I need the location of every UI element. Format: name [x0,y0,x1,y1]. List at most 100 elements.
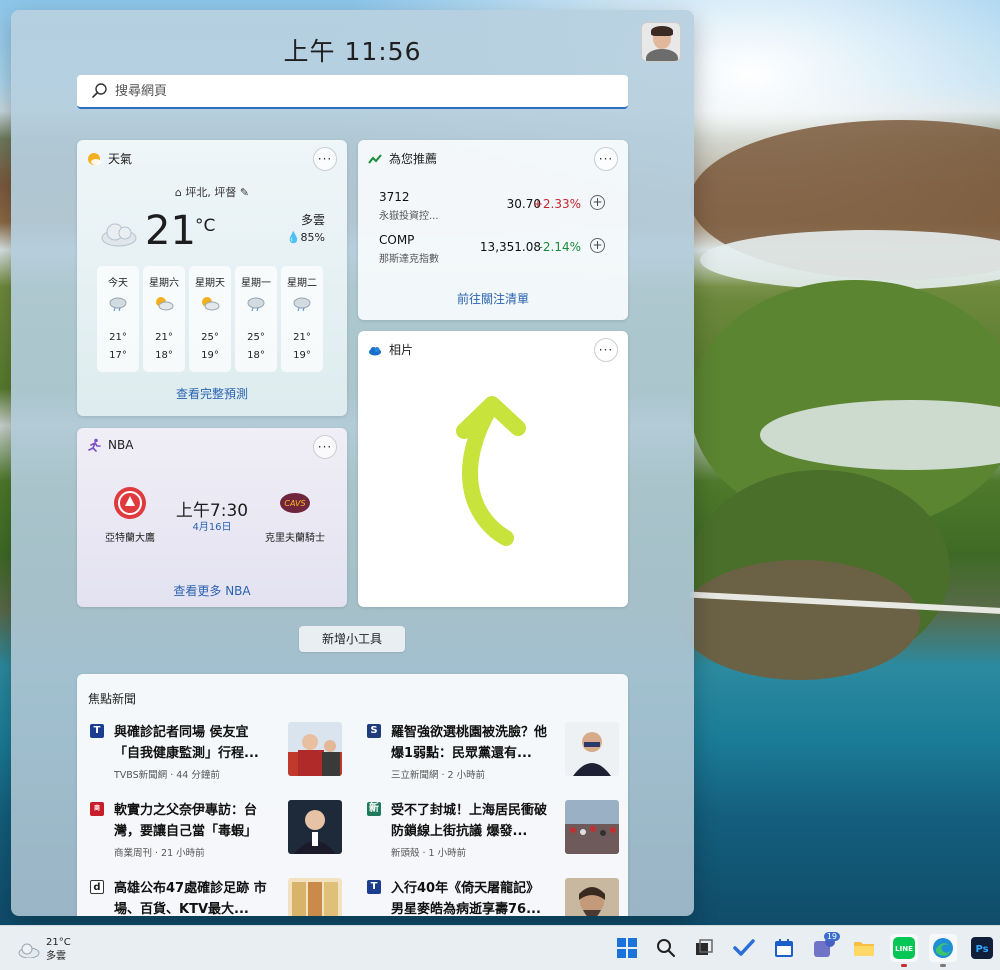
todo-app-button[interactable] [730,934,758,962]
rain-cloud-icon [247,297,265,312]
weather-more-button[interactable]: ··· [313,147,337,171]
file-explorer-button[interactable] [850,934,878,962]
forecast-row: 今天 21° 17° 星期六 21° 18° 星期天 25° 19° 星期一 2… [97,266,323,372]
taskbar-weather[interactable]: 21°C 多雲 [18,936,71,964]
partly-sunny-icon [156,297,174,311]
photos-card-header: 相片 [368,341,413,358]
svg-text:CAVS: CAVS [284,499,305,508]
taskbar-weather-temp: 21°C [46,937,71,948]
search-input[interactable] [115,83,595,99]
line-chat-icon: LINE [893,937,915,959]
business-weekly-source-icon: 商 [90,802,104,816]
taskbar-search-button[interactable] [652,934,680,962]
weather-humidity: 💧85% [286,231,325,244]
task-view-button[interactable] [690,934,718,962]
forecast-day[interactable]: 星期六 21° 18° [143,266,185,372]
edge-browser-button[interactable] [929,934,957,967]
setn-source-icon: S [367,724,381,738]
weather-location[interactable]: ⌂ 坪北, 坪督 ✎ [77,184,347,200]
news-section-title: 焦點新聞 [88,692,137,706]
nba-card-header: NBA [87,438,133,452]
runner-icon [88,438,101,452]
news-thumbnail [565,878,619,916]
nba-more-button[interactable]: ··· [313,435,337,459]
user-avatar[interactable] [641,22,681,62]
teams-app-button[interactable]: 19 [810,932,840,962]
edge-browser-icon [933,938,953,958]
add-widget-button[interactable]: 新增小工具 [299,626,405,652]
photoshop-app-button[interactable]: Ps [968,934,996,962]
cloud-icon [18,943,40,958]
away-team[interactable]: CAVS 克里夫蘭騎士 [257,486,333,544]
search-icon [92,83,107,98]
weather-condition: 多雲 [300,213,325,227]
photos-card[interactable]: 相片 ··· [358,331,628,607]
photos-more-button[interactable]: ··· [594,338,618,362]
cloud-icon [101,223,137,247]
sun-cloud-icon [88,152,101,165]
stock-trend-icon [368,153,382,164]
source-d-icon: d [90,880,104,894]
search-icon [657,939,676,958]
nba-card[interactable]: NBA ··· 亞特蘭大鷹 上午7:30 4月16日 CAVS 克里夫蘭騎士 查… [77,428,347,607]
widgets-panel: 上午 11:56 天氣 ··· ⌂ 坪北, 坪督 ✎ 21 [11,10,694,916]
news-card: 焦點新聞 T 與確診記者同場 侯友宜「自我健康監測」行程... TVBS新聞網 … [77,674,628,916]
weather-card[interactable]: 天氣 ··· ⌂ 坪北, 坪督 ✎ 21 °C 多雲 💧85% 今天 21° 1… [77,140,347,416]
onedrive-cloud-icon [369,346,381,355]
taskbar: 21°C 多雲 19 LINE Ps [0,925,1000,970]
rain-cloud-icon [109,297,127,312]
home-icon: ⌂ [174,186,182,199]
away-team-name: 克里夫蘭騎士 [265,533,325,544]
newtalk-source-icon: 新 [367,802,381,816]
folder-icon [854,942,874,956]
search-box[interactable] [77,75,628,109]
line-app-button[interactable]: LINE [890,934,918,967]
tvbs-source-icon: T [90,724,104,738]
weather-card-header: 天氣 [87,150,132,167]
teams-badge: 19 [823,932,840,941]
news-item[interactable]: d 高雄公布47處確診足跡 市場、百貨、KTV最大... [90,878,342,916]
rain-cloud-icon [293,297,311,312]
weather-temperature: 21 [145,208,196,254]
tvbs-source-icon: T [367,880,381,894]
news-thumbnail [288,722,342,776]
news-item[interactable]: T 與確診記者同場 侯友宜「自我健康監測」行程... TVBS新聞網 · 44 … [90,722,342,788]
news-item[interactable]: 商 軟實力之父奈伊專訪：台灣，要讓自己當「毒蝦」 商業周刊 · 21 小時前 [90,800,342,866]
windows-logo-icon [617,938,637,958]
nba-card-title: NBA [108,438,134,452]
stock-row[interactable]: COMP 那斯達克指數 13,351.08 -2.14% + [379,233,609,273]
weather-location-text: 坪北, 坪督 [185,186,237,199]
edit-pencil-icon[interactable]: ✎ [240,186,249,199]
news-item[interactable]: T 入行40年《倚天屠龍記》男星麥皓為病逝享壽76... [367,878,619,916]
cavaliers-logo-icon: CAVS [280,493,310,513]
start-button[interactable] [613,934,641,962]
weather-full-forecast-link[interactable]: 查看完整預測 [77,385,347,402]
weather-card-title: 天氣 [108,152,133,166]
news-thumbnail [565,800,619,854]
arrow-annotation-icon [456,396,526,546]
stocks-card-title: 為您推薦 [389,152,438,166]
photoshop-icon: Ps [971,937,993,959]
news-thumbnail [565,722,619,776]
forecast-day[interactable]: 星期天 25° 19° [189,266,231,372]
add-to-watchlist-icon[interactable]: + [590,195,605,210]
photos-card-title: 相片 [389,343,414,357]
news-item[interactable]: 新 受不了封城！上海居民衝破防鎖線上街抗議 爆發... 新頭殼 · 1 小時前 [367,800,619,866]
forecast-day[interactable]: 星期一 25° 18° [235,266,277,372]
forecast-day[interactable]: 今天 21° 17° [97,266,139,372]
news-item[interactable]: S 羅智強欲選桃園被洗臉？他爆1弱點：民眾黨還有... 三立新聞網 · 2 小時… [367,722,619,788]
watchlist-link[interactable]: 前往關注清單 [358,290,628,307]
forecast-day[interactable]: 星期二 21° 19° [281,266,323,372]
droplet-icon: 💧 [286,231,301,244]
svg-text:LINE: LINE [895,945,913,953]
stocks-more-button[interactable]: ··· [594,147,618,171]
news-thumbnail [288,878,342,916]
svg-text:Ps: Ps [975,944,988,955]
news-thumbnail [288,800,342,854]
nba-more-link[interactable]: 查看更多 NBA [77,582,347,599]
checkmark-icon [733,939,755,956]
stocks-card[interactable]: 為您推薦 ··· 3712 永嶽投資控... 30.70 +2.33% + CO… [358,140,628,320]
stock-row[interactable]: 3712 永嶽投資控... 30.70 +2.33% + [379,190,609,230]
add-to-watchlist-icon[interactable]: + [590,238,605,253]
calendar-app-button[interactable] [770,934,798,962]
